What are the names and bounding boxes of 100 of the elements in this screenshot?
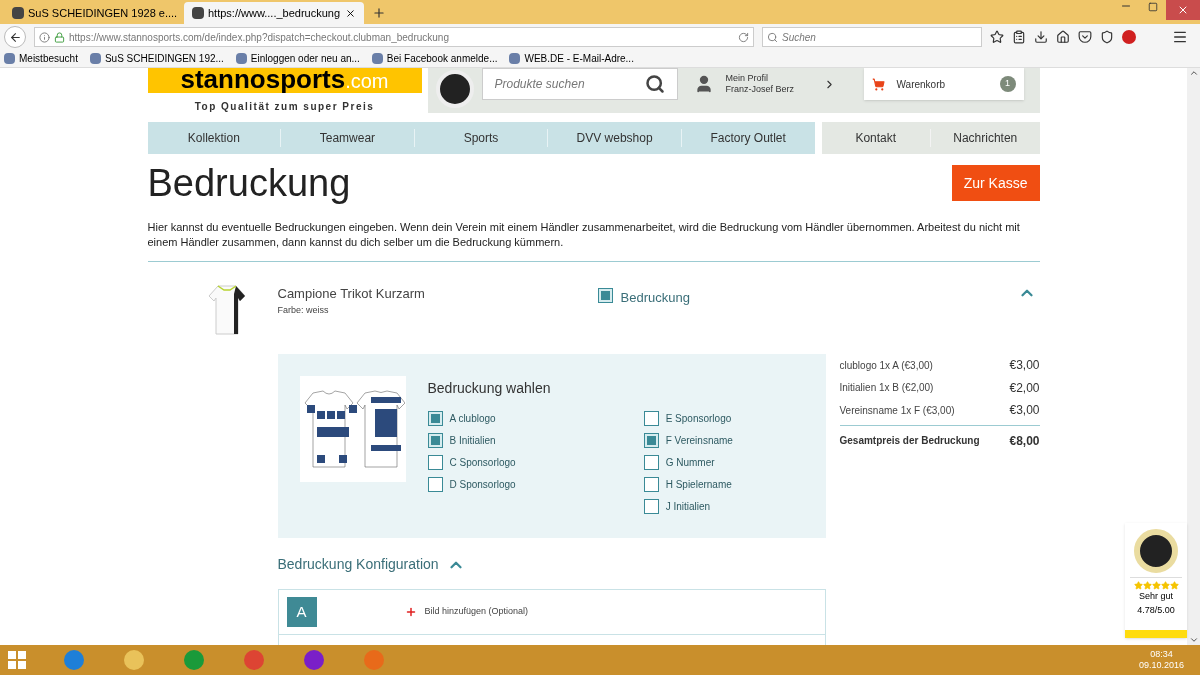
info-icon — [39, 31, 50, 43]
add-image-link[interactable]: Bild hinzufügen (Optional) — [404, 605, 529, 619]
option-label[interactable]: B Initialien — [449, 433, 496, 448]
close-icon[interactable] — [345, 7, 356, 19]
back-button[interactable] — [4, 26, 26, 48]
cart-count: 1 — [999, 76, 1016, 92]
option-label[interactable]: E Sponsorlogo — [665, 411, 732, 426]
section-title: Bedruckung wahlen — [427, 379, 552, 398]
download-icon[interactable] — [1034, 30, 1048, 44]
nav-link[interactable]: Kontakt — [855, 129, 897, 147]
cart-button[interactable]: Warenkorb 1 — [863, 68, 1024, 100]
search-icon — [767, 31, 778, 43]
star-icon — [1151, 581, 1161, 590]
favicon-icon — [192, 7, 204, 19]
menu-icon[interactable] — [1172, 29, 1188, 45]
restore-icon[interactable] — [1148, 2, 1158, 12]
rating-score: 4.78/5.00 — [1137, 603, 1175, 617]
checkbox[interactable] — [427, 433, 443, 448]
plus-icon — [404, 606, 417, 618]
browser-tab[interactable]: https://www...._bedruckung — [184, 2, 364, 24]
home-icon[interactable] — [1056, 30, 1070, 44]
close-icon — [1177, 4, 1189, 16]
checkbox[interactable] — [427, 477, 443, 492]
option-label[interactable]: F Vereinsname — [665, 433, 733, 448]
scrollbar[interactable] — [1187, 68, 1200, 645]
bookmark-star-icon[interactable] — [990, 30, 1004, 44]
summary-item: Vereinsname 1x F (€3,00) — [839, 403, 955, 418]
bookmark-favicon-icon — [235, 53, 247, 64]
tagline: Top Qualität zum super Preis — [193, 100, 376, 114]
widget-footer-bar — [1125, 630, 1187, 638]
adblock-icon[interactable] — [1122, 30, 1136, 44]
bookmark-item[interactable]: Meistbesucht — [4, 51, 78, 66]
address-bar[interactable]: https://www.stannosports.com/de/index.php?dispatch=checkout.clubman_bedruckung — [34, 27, 754, 47]
summary-price: €3,00 — [1009, 357, 1040, 375]
checkbox[interactable] — [643, 477, 659, 492]
reading-list-icon[interactable] — [1012, 30, 1026, 44]
bookmark-favicon-icon — [4, 53, 15, 64]
checkbox[interactable] — [427, 455, 443, 470]
star-icon — [1160, 581, 1170, 590]
trust-seal-icon[interactable] — [435, 70, 474, 108]
checkbox[interactable] — [643, 433, 659, 448]
product-search-field[interactable]: Produkte suchen — [481, 68, 678, 100]
trust-seal-icon — [1134, 529, 1178, 573]
option-label[interactable]: J Initialien — [665, 499, 711, 514]
star-icon — [1142, 581, 1152, 590]
reload-icon[interactable] — [738, 31, 749, 43]
checkbox[interactable] — [643, 411, 659, 426]
bookmark-favicon-icon — [89, 53, 101, 64]
bookmark-item[interactable]: Bei Facebook anmelde... — [371, 51, 498, 66]
search-icon — [644, 74, 665, 94]
browser-search-field[interactable]: Suchen — [762, 27, 982, 47]
scroll-down-icon[interactable] — [1188, 635, 1199, 645]
section-title[interactable]: Bedruckung Konfiguration — [277, 554, 439, 575]
total-label: Gesamtpreis der Bedruckung — [839, 434, 980, 448]
shield-icon[interactable] — [1100, 30, 1114, 44]
cart-icon — [871, 77, 885, 91]
checkbox[interactable] — [597, 288, 613, 303]
bookmark-item[interactable]: Einloggen oder neu an... — [235, 51, 360, 66]
back-arrow-icon — [8, 30, 22, 44]
print-toggle-label[interactable]: Bedruckung — [620, 288, 690, 308]
star-icon — [1133, 581, 1143, 590]
summary-item: clublogo 1x A (€3,00) — [839, 358, 933, 373]
option-label[interactable]: C Sponsorlogo — [449, 455, 516, 470]
favicon-icon — [12, 7, 24, 19]
summary-price: €2,00 — [1009, 379, 1040, 397]
option-label[interactable]: A clublogo — [449, 411, 496, 426]
checkbox[interactable] — [643, 499, 659, 514]
trust-widget[interactable]: Sehr gut 4.78/5.00 — [1125, 523, 1187, 638]
option-label[interactable]: H Spielername — [665, 477, 732, 492]
bookmark-item[interactable]: SuS SCHEIDINGEN 192... — [89, 51, 224, 66]
option-label[interactable]: G Nummer — [665, 455, 715, 470]
nav-link[interactable]: Teamwear — [319, 129, 376, 147]
position-badge: A — [286, 597, 317, 627]
nav-link[interactable]: Sports — [463, 129, 499, 147]
nav-link[interactable]: Nachrichten — [953, 129, 1018, 147]
total-price: €8,00 — [1009, 432, 1040, 450]
bookmark-favicon-icon — [509, 53, 521, 64]
scroll-up-icon[interactable] — [1188, 68, 1199, 78]
nav-link[interactable]: Factory Outlet — [710, 129, 786, 147]
checkout-button[interactable]: Zur Kasse — [951, 165, 1040, 201]
option-label[interactable]: D Sponsorlogo — [449, 477, 516, 492]
logo[interactable]: stannosports.com — [147, 68, 422, 93]
profile-link[interactable]: Mein Profil Franz-Josef Berz — [685, 68, 836, 100]
nav-link[interactable]: DVV webshop — [576, 129, 653, 147]
product-color: Farbe: weiss — [277, 303, 330, 317]
pocket-icon[interactable] — [1078, 30, 1092, 44]
new-tab-icon[interactable] — [372, 6, 386, 20]
bookmark-favicon-icon — [371, 53, 383, 64]
intro-text: Hier kannst du eventuelle Bedruckungen eingeben. Wenn dein Verein mit einem Händler zusammenarbeitet, wird die Bedruckung vom Händler übernommen. Arbeitest du nicht mit einem Händler zusammen, dann kannst du dich selber um die Bedruckung kümmern. — [147, 220, 1021, 250]
nav-link[interactable]: Kollektion — [187, 129, 240, 147]
page-title: Bedruckung — [147, 160, 351, 206]
clock-time: 08:34 — [1150, 649, 1173, 660]
checkbox[interactable] — [643, 455, 659, 470]
lock-icon — [54, 31, 65, 43]
checkbox[interactable] — [427, 411, 443, 426]
windows-start-icon[interactable] — [8, 651, 26, 669]
star-icon — [1169, 581, 1179, 590]
summary-price: €3,00 — [1009, 402, 1040, 420]
bookmark-item[interactable]: WEB.DE - E-Mail-Adre... — [509, 51, 634, 66]
clock-date: 09.10.2016 — [1138, 660, 1184, 671]
